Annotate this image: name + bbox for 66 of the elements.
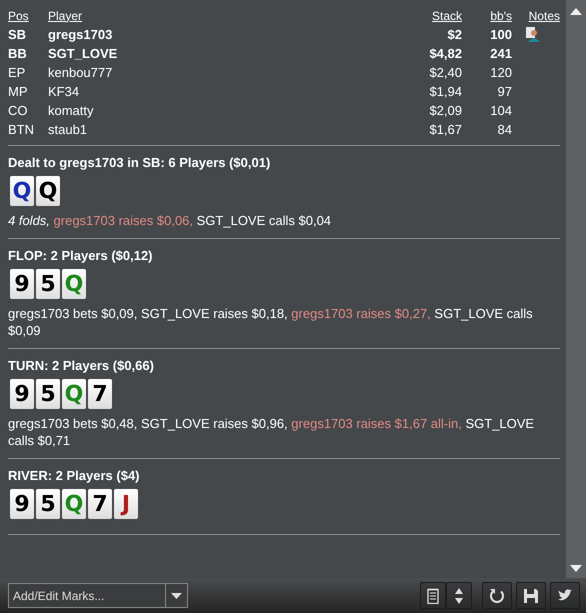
table-cell-text: 104	[489, 103, 512, 118]
street-title: TURN: 2 Players ($0,66)	[8, 358, 155, 373]
bird-icon	[557, 588, 573, 603]
table-cell-text: $2,40	[428, 65, 462, 80]
table-cell-text: 84	[496, 122, 512, 137]
person-icon[interactable]	[526, 27, 540, 42]
table-cell-text: 97	[496, 84, 512, 99]
column-header[interactable]: Stack	[398, 8, 462, 22]
table-cell-text: KF34	[48, 84, 80, 99]
table-cell-text: $2	[446, 27, 462, 42]
notes-button[interactable]	[420, 582, 446, 609]
action-text: gregs1703 bets $0,09, SGT_LOVE raises $0,18, gregs1703 raises $0,27, SGT_LOVE calls $0,09	[8, 305, 534, 339]
table-cell-text: CO	[8, 103, 28, 118]
caret-icon	[171, 592, 182, 598]
table-cell-text: 120	[489, 65, 512, 80]
table-cell-text: gregs1703	[48, 27, 114, 42]
playing-card: 9	[10, 379, 34, 409]
share-button[interactable]	[550, 582, 580, 609]
playing-card: Q	[10, 176, 34, 206]
playing-card: Q	[36, 176, 60, 206]
notepad-icon	[427, 588, 439, 604]
playing-card: Q	[62, 269, 86, 299]
street-title: RIVER: 2 Players ($4)	[8, 468, 141, 483]
playing-card: J	[114, 489, 138, 519]
playing-card: Q	[62, 379, 86, 409]
street-title: FLOP: 2 Players ($0,12)	[8, 248, 154, 263]
marks-field[interactable]: Add/Edit Marks...	[8, 583, 166, 608]
playing-card: 5	[36, 379, 60, 409]
table-cell-text: MP	[8, 84, 28, 99]
playing-card: 5	[36, 489, 60, 519]
scroll-up-icon[interactable]	[570, 8, 582, 15]
playing-card: Q	[62, 489, 86, 519]
table-cell-text: BTN	[8, 122, 35, 137]
table-cell-text: staub1	[48, 122, 88, 137]
table-cell-text: $4,82	[428, 46, 462, 61]
table-cell-text: EP	[8, 65, 26, 80]
sort-button[interactable]	[446, 582, 472, 609]
playing-card: 9	[10, 269, 34, 299]
column-header[interactable]: Player	[48, 8, 398, 22]
action-text: gregs1703 bets $0,48, SGT_LOVE raises $0,96, gregs1703 raises $1,67 all-in, SGT_LOVE calls $0,71	[8, 415, 536, 449]
scroll-down-icon[interactable]	[570, 565, 582, 572]
refresh-icon	[489, 588, 505, 604]
action-text: 4 folds, gregs1703 raises $0,06, SGT_LOVE calls $0,04	[8, 212, 332, 229]
table-cell-text: SGT_LOVE	[48, 46, 118, 61]
playing-card: 5	[36, 269, 60, 299]
table-cell-text: komatty	[48, 103, 95, 118]
playing-card: 9	[10, 489, 34, 519]
sort-icon	[455, 588, 463, 604]
column-header[interactable]: Pos	[8, 8, 48, 22]
table-cell-text: BB	[8, 46, 28, 61]
column-header[interactable]: bb's	[462, 8, 512, 22]
table-cell-text: kenbou777	[48, 65, 114, 80]
table-cell-text: $1,67	[428, 122, 462, 137]
table-cell-text: $2,09	[428, 103, 462, 118]
column-header[interactable]: Notes	[512, 8, 560, 22]
refresh-button[interactable]	[482, 582, 512, 609]
table-cell-text: 100	[489, 27, 512, 42]
save-button[interactable]	[516, 582, 546, 609]
playing-card: 7	[88, 489, 112, 519]
table-cell-text: $1,94	[428, 84, 462, 99]
playing-card: 7	[88, 379, 112, 409]
save-icon	[523, 588, 539, 604]
dropdown-button[interactable]	[166, 583, 188, 608]
table-cell-text: 241	[489, 46, 512, 61]
table-cell-text: SB	[8, 27, 28, 42]
street-title: Dealt to gregs1703 in SB: 6 Players ($0,01)	[8, 155, 272, 170]
